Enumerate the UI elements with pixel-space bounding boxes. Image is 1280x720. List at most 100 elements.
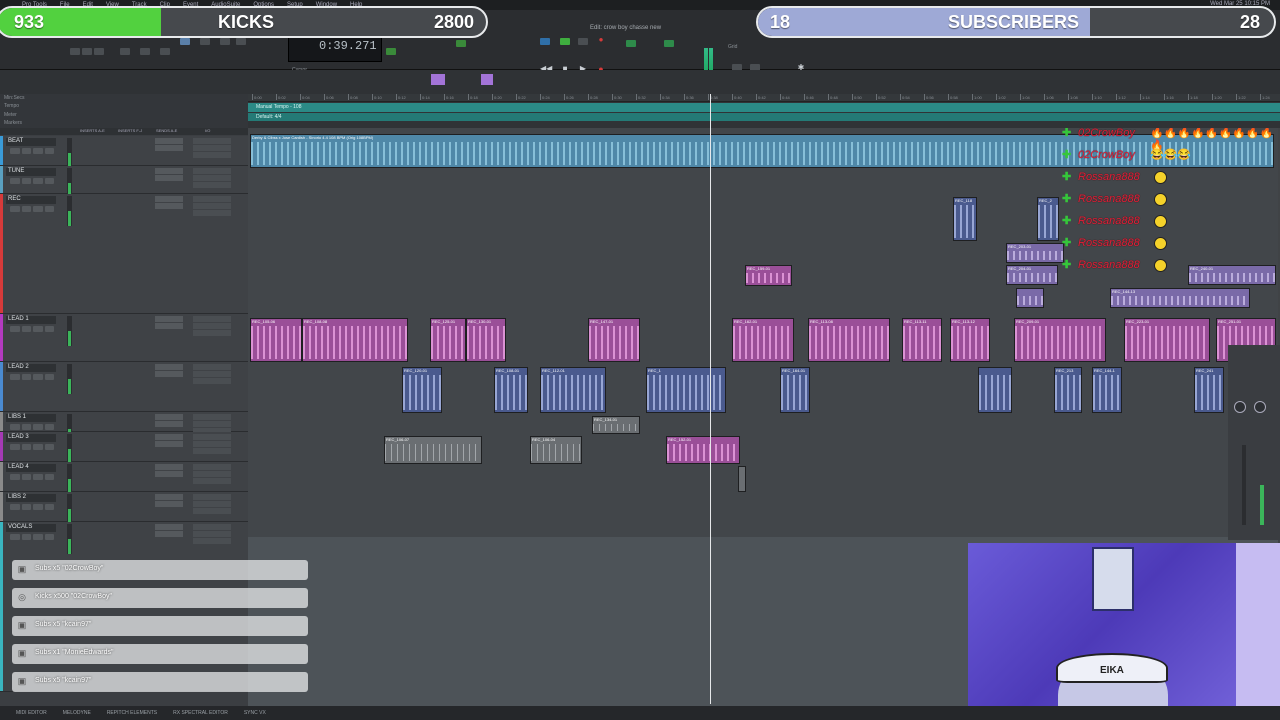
volume-value[interactable] [193,478,231,484]
clip[interactable] [738,466,746,492]
solo-button[interactable] [33,504,43,510]
output-selector[interactable] [193,175,231,181]
track-name[interactable]: REC [6,196,56,204]
grid-value[interactable] [456,40,466,47]
track-header[interactable]: LEAD 3 [0,432,248,464]
minsecs-ruler[interactable]: 0:00 0:02 0:04 0:06 0:08 0:10 0:12 0:14 0:16 0:18… [248,94,1280,102]
scrub-tool-button[interactable] [220,38,230,45]
input-monitor-button[interactable] [21,534,31,540]
clip[interactable]: REC_241 [1194,367,1224,413]
selection-marker[interactable] [481,74,493,85]
clip[interactable]: REC_130-01 [466,318,506,362]
selection-marker[interactable] [431,74,445,85]
online-button[interactable] [560,38,570,45]
input-monitor-button[interactable] [21,326,31,332]
solo-button[interactable] [33,424,43,430]
clip[interactable]: REC_2 [1037,197,1059,241]
input-selector[interactable] [193,414,231,420]
record-enable-button[interactable] [10,178,20,184]
insert-slot[interactable] [155,168,183,174]
input-selector[interactable] [193,364,231,370]
volume-value[interactable] [193,508,231,514]
volume-value[interactable] [193,182,231,188]
input-monitor-button[interactable] [21,444,31,450]
track-name[interactable]: TUNE [6,168,56,176]
clip[interactable]: REC_164-01 [780,367,810,413]
insert-slot[interactable] [155,203,183,209]
track-header[interactable]: LIBS 1 [0,412,248,444]
clip[interactable]: REC_213 [1054,367,1082,413]
solo-button[interactable] [33,474,43,480]
output-selector[interactable] [193,371,231,377]
clip[interactable]: REC_113-08 [808,318,890,362]
solo-button[interactable] [33,206,43,212]
clip[interactable]: REC_204-01 [1006,265,1058,285]
clip[interactable]: REC_223-01 [1124,318,1210,362]
record-enable-button[interactable] [10,444,20,450]
input-selector[interactable] [193,494,231,500]
pencil-tool-button[interactable] [200,38,210,45]
mute-button[interactable] [44,424,54,430]
rx-editor-tab[interactable]: RX SPECTRAL EDITOR [173,710,228,716]
insert-slot[interactable] [155,364,183,370]
insert-slot[interactable] [155,421,183,427]
insert-slot[interactable] [155,196,183,202]
output-selector[interactable] [193,145,231,151]
loop-button[interactable] [540,38,550,45]
track-header[interactable]: TUNE [0,166,248,198]
input-selector[interactable] [193,196,231,202]
mute-button[interactable] [44,178,54,184]
clip[interactable]: REC_144-1 [1092,367,1122,413]
playhead-cursor[interactable] [710,94,711,704]
mute-button[interactable] [44,374,54,380]
stop-button[interactable] [578,38,588,45]
clip[interactable]: REC_134-01 [592,416,640,434]
volume-value[interactable] [193,538,231,544]
mute-button[interactable] [44,326,54,332]
volume-value[interactable] [193,378,231,384]
output-selector[interactable] [193,203,231,209]
tempo-ruler[interactable]: Manual Tempo - 108 [248,103,1280,112]
mute-button[interactable] [44,474,54,480]
record-enable-button[interactable] [10,424,20,430]
input-selector[interactable] [193,434,231,440]
record-enable-button[interactable] [10,374,20,380]
insert-slot[interactable] [155,138,183,144]
trim-tool-button[interactable] [120,48,130,55]
timeline-rulers[interactable]: 0:00 0:02 0:04 0:06 0:08 0:10 0:12 0:14 0:16 0:18… [248,94,1280,128]
track-name[interactable]: LIBS 1 [6,414,56,422]
output-selector[interactable] [193,471,231,477]
midi-editor-tab[interactable]: MIDI EDITOR [16,710,47,716]
clip[interactable]: REC_203-01 [1006,243,1064,263]
insert-slot[interactable] [155,323,183,329]
solo-button[interactable] [33,444,43,450]
mute-button[interactable] [44,148,54,154]
track-name[interactable]: LEAD 4 [6,464,56,472]
insert-slot[interactable] [155,494,183,500]
pan-knob[interactable] [1234,401,1246,413]
insert-slot[interactable] [155,464,183,470]
track-name[interactable]: LEAD 1 [6,316,56,324]
output-selector[interactable] [193,531,231,537]
clip[interactable]: REC_108-08 [302,318,408,362]
clip[interactable] [1016,288,1044,308]
zoom-button[interactable] [82,48,92,55]
record-enable-button[interactable] [10,504,20,510]
clip[interactable]: REC_125-01 [430,318,466,362]
record-arm-icon[interactable]: ● [596,36,606,44]
zoom-button[interactable] [70,48,80,55]
track-header[interactable]: LEAD 1 [0,314,248,362]
volume-value[interactable] [193,448,231,454]
input-monitor-button[interactable] [21,374,31,380]
mute-button[interactable] [44,444,54,450]
volume-value[interactable] [193,152,231,158]
clip[interactable]: REC_113-11 [902,318,942,362]
input-selector[interactable] [193,316,231,322]
volume-value[interactable] [193,210,231,216]
insert-slot[interactable] [155,501,183,507]
record-enable-button[interactable] [10,326,20,332]
smart-tool-button[interactable] [180,38,190,45]
record-enable-button[interactable] [10,474,20,480]
zoom-button[interactable] [94,48,104,55]
clip[interactable]: REC_147-01 [588,318,640,362]
